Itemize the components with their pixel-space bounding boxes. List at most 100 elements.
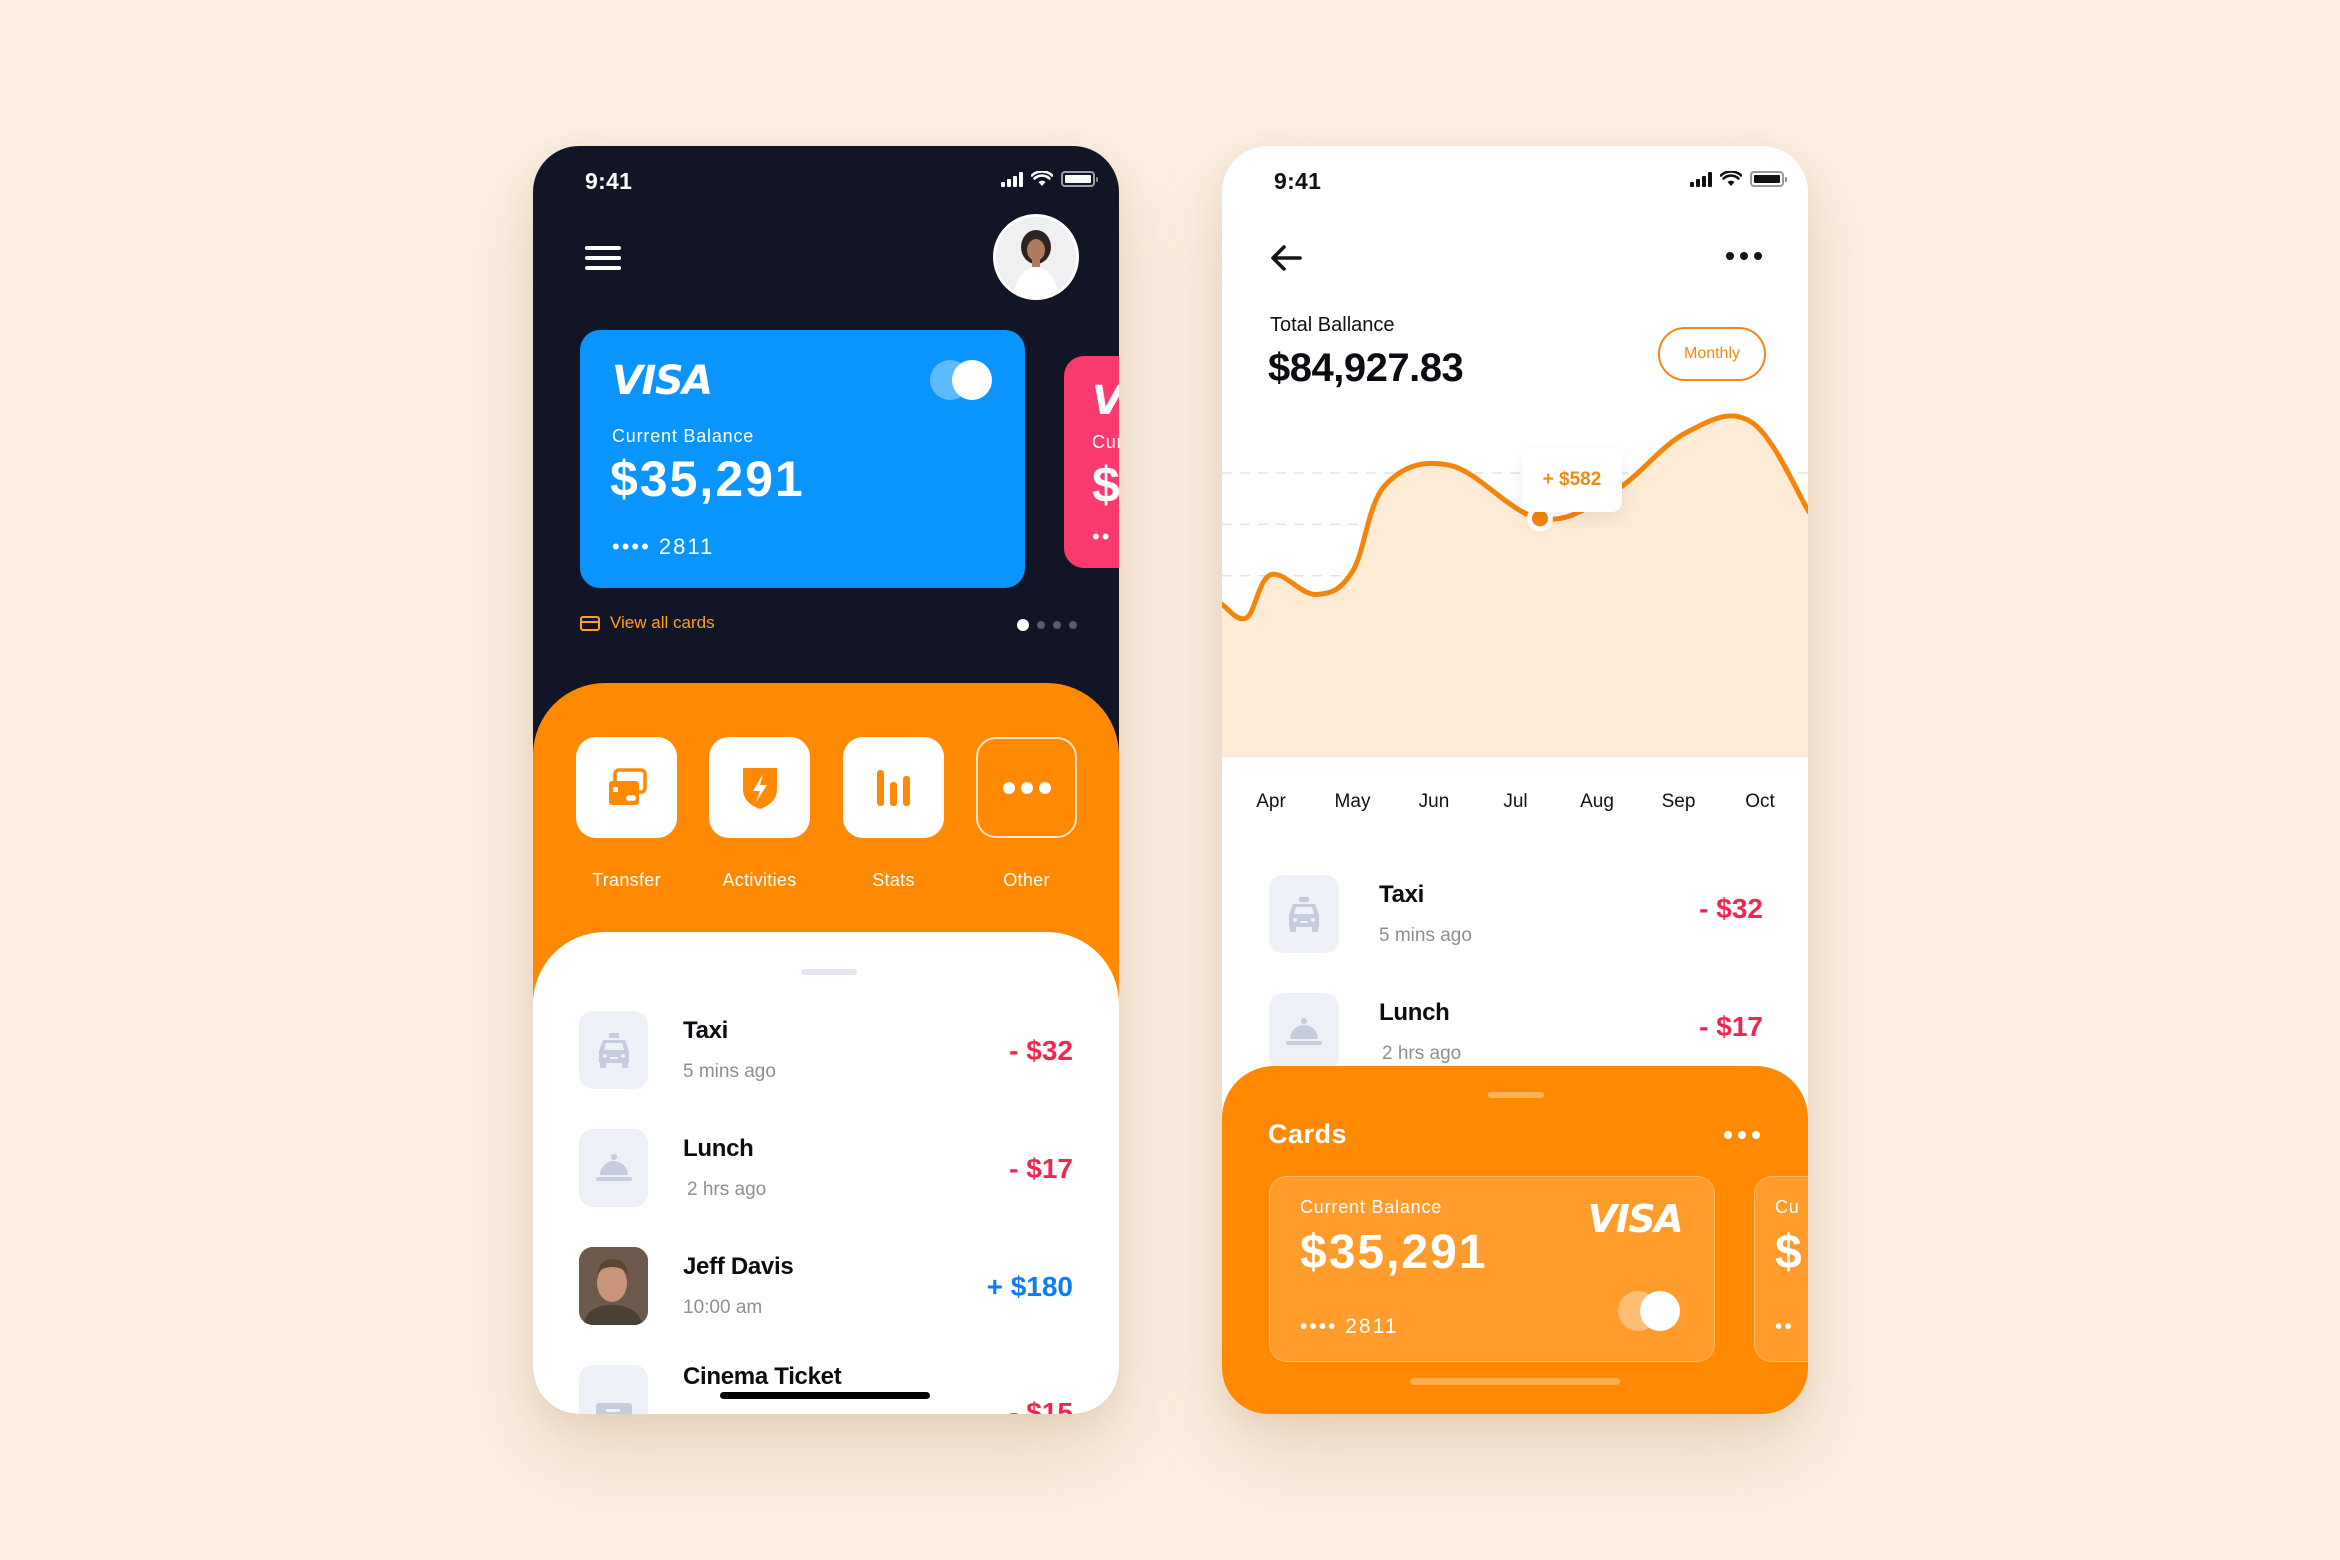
- action-other-box: [976, 737, 1077, 838]
- cards-title: Cards: [1268, 1119, 1348, 1149]
- sheet-drag-handle[interactable]: [801, 969, 857, 975]
- x-tick-label[interactable]: Apr: [1256, 791, 1286, 813]
- more-dots-icon: [1002, 781, 1051, 794]
- transaction-title: Lunch: [683, 1135, 754, 1162]
- transaction-row[interactable]: Lunch 2 hrs ago - $17: [579, 1129, 1073, 1209]
- action-activities[interactable]: Activities: [709, 737, 810, 891]
- card-number: •••• 2811: [1300, 1315, 1399, 1338]
- menu-button[interactable]: [585, 243, 621, 273]
- dot: [1724, 1131, 1732, 1139]
- action-transfer[interactable]: Transfer: [576, 737, 677, 891]
- transaction-amount: - $17: [1699, 1011, 1763, 1042]
- action-transfer-box: [576, 737, 677, 838]
- taxi-icon: [1289, 897, 1319, 932]
- highlight-point[interactable]: [1531, 510, 1548, 527]
- action-activities-box: [709, 737, 810, 838]
- transaction-icon-box: [579, 1129, 648, 1207]
- taxi-icon: [598, 1033, 629, 1068]
- status-time: 9:41: [585, 168, 633, 194]
- transaction-row[interactable]: Taxi 5 mins ago - $32: [1269, 875, 1763, 955]
- transaction-title: Lunch: [1379, 999, 1450, 1026]
- transaction-time: 2 hrs ago: [1382, 1043, 1462, 1064]
- back-arrow-icon[interactable]: [1268, 242, 1308, 274]
- cards-more-button[interactable]: [1724, 1131, 1760, 1139]
- card-number: ••: [1775, 1315, 1794, 1338]
- cards-sheet: Cards Current Balance VISA $35,291 •••• …: [1222, 1066, 1808, 1414]
- transaction-amount: - $32: [1699, 893, 1763, 924]
- action-stats[interactable]: Stats: [843, 737, 944, 891]
- transaction-icon-box: [1269, 875, 1339, 953]
- card-toggle[interactable]: [1618, 1291, 1680, 1331]
- card-visa-orange[interactable]: Current Balance VISA $35,291 •••• 2811: [1269, 1176, 1715, 1362]
- view-all-cards-link[interactable]: View all cards: [580, 613, 715, 633]
- wifi-icon: [1720, 171, 1742, 186]
- battery-icon: [1750, 171, 1787, 187]
- sheet-drag-handle[interactable]: [1488, 1092, 1544, 1098]
- transaction-title: Taxi: [1379, 881, 1425, 908]
- visa-logo: VISA: [1092, 378, 1119, 424]
- action-other[interactable]: Other: [976, 737, 1077, 891]
- card-balance-label: Current Balance: [612, 426, 755, 446]
- chart-tooltip: + $582: [1522, 448, 1622, 512]
- transaction-row[interactable]: Lunch 2 hrs ago - $17: [1269, 993, 1763, 1073]
- balance-chart[interactable]: [1222, 406, 1808, 826]
- person-photo-icon: [579, 1247, 648, 1325]
- card-partial[interactable]: Cu $ ••: [1754, 1176, 1808, 1362]
- card-visa-pink[interactable]: VISA Current Balance $ ••: [1064, 356, 1119, 568]
- x-tick-label[interactable]: May: [1335, 791, 1371, 813]
- transaction-row[interactable]: Taxi 5 mins ago - $32: [579, 1011, 1073, 1091]
- x-tick-label[interactable]: Aug: [1580, 791, 1614, 813]
- transaction-row[interactable]: Jeff Davis 10:00 am + $180: [579, 1247, 1073, 1327]
- food-cloche-icon: [595, 1154, 632, 1181]
- action-label: Transfer: [592, 870, 661, 890]
- transaction-time: 5 mins ago: [683, 1061, 776, 1082]
- card-balance-amount: $35,291: [610, 451, 805, 507]
- card-balance-label: Current Balance: [1092, 432, 1119, 452]
- card-number: •••• 2811: [612, 534, 715, 559]
- x-tick-label[interactable]: Jul: [1503, 791, 1527, 813]
- x-tick-label[interactable]: Sep: [1662, 791, 1696, 813]
- transaction-row[interactable]: Cinema Ticket - $15: [579, 1363, 1073, 1414]
- home-indicator[interactable]: [720, 1392, 930, 1399]
- card-balance-amount: $35,291: [1300, 1226, 1488, 1279]
- dot: [1726, 252, 1734, 260]
- dot: [1738, 1131, 1746, 1139]
- person-photo-icon: [996, 217, 1076, 297]
- card-balance-amount: $: [1775, 1226, 1804, 1279]
- transaction-amount: - $17: [1009, 1153, 1073, 1184]
- transfer-cards-icon: [608, 767, 647, 805]
- action-label: Activities: [722, 870, 797, 890]
- dot: [1754, 252, 1762, 260]
- signal-icon: [1690, 171, 1712, 187]
- user-avatar[interactable]: [993, 214, 1079, 300]
- card-pager[interactable]: [1017, 619, 1077, 631]
- credit-card-icon: [580, 615, 600, 631]
- transaction-icon-box: [579, 1365, 648, 1414]
- hamburger-line: [585, 256, 621, 260]
- x-tick-label[interactable]: Oct: [1745, 791, 1775, 813]
- transaction-time: 10:00 am: [683, 1297, 763, 1318]
- pager-dot[interactable]: [1037, 621, 1045, 629]
- action-label: Other: [1003, 870, 1050, 890]
- transaction-time: 5 mins ago: [1379, 925, 1472, 946]
- home-indicator[interactable]: [1410, 1378, 1620, 1385]
- x-tick-label[interactable]: Jun: [1419, 791, 1450, 813]
- battery-icon: [1061, 171, 1098, 187]
- card-number: ••: [1092, 524, 1112, 549]
- shield-bolt-icon: [742, 767, 777, 809]
- status-icons: [1690, 171, 1787, 187]
- card-visa-blue[interactable]: VISA Current Balance $35,291 •••• 2811: [580, 330, 1025, 588]
- pager-dot[interactable]: [1069, 621, 1077, 629]
- transaction-title: Taxi: [683, 1017, 729, 1044]
- chart-area: [1222, 415, 1808, 757]
- more-options-button[interactable]: [1726, 252, 1762, 260]
- home-screen: 9:41 VISA Current Balance $35,291 •••• 2…: [533, 146, 1119, 1414]
- hamburger-line: [585, 266, 621, 270]
- contact-photo: [579, 1247, 648, 1325]
- card-toggle[interactable]: [930, 360, 992, 400]
- period-select-button[interactable]: Monthly: [1658, 327, 1766, 381]
- status-icons: [1001, 171, 1098, 187]
- pager-dot-active[interactable]: [1017, 619, 1029, 631]
- pager-dot[interactable]: [1053, 621, 1061, 629]
- bar-chart-icon: [876, 769, 910, 806]
